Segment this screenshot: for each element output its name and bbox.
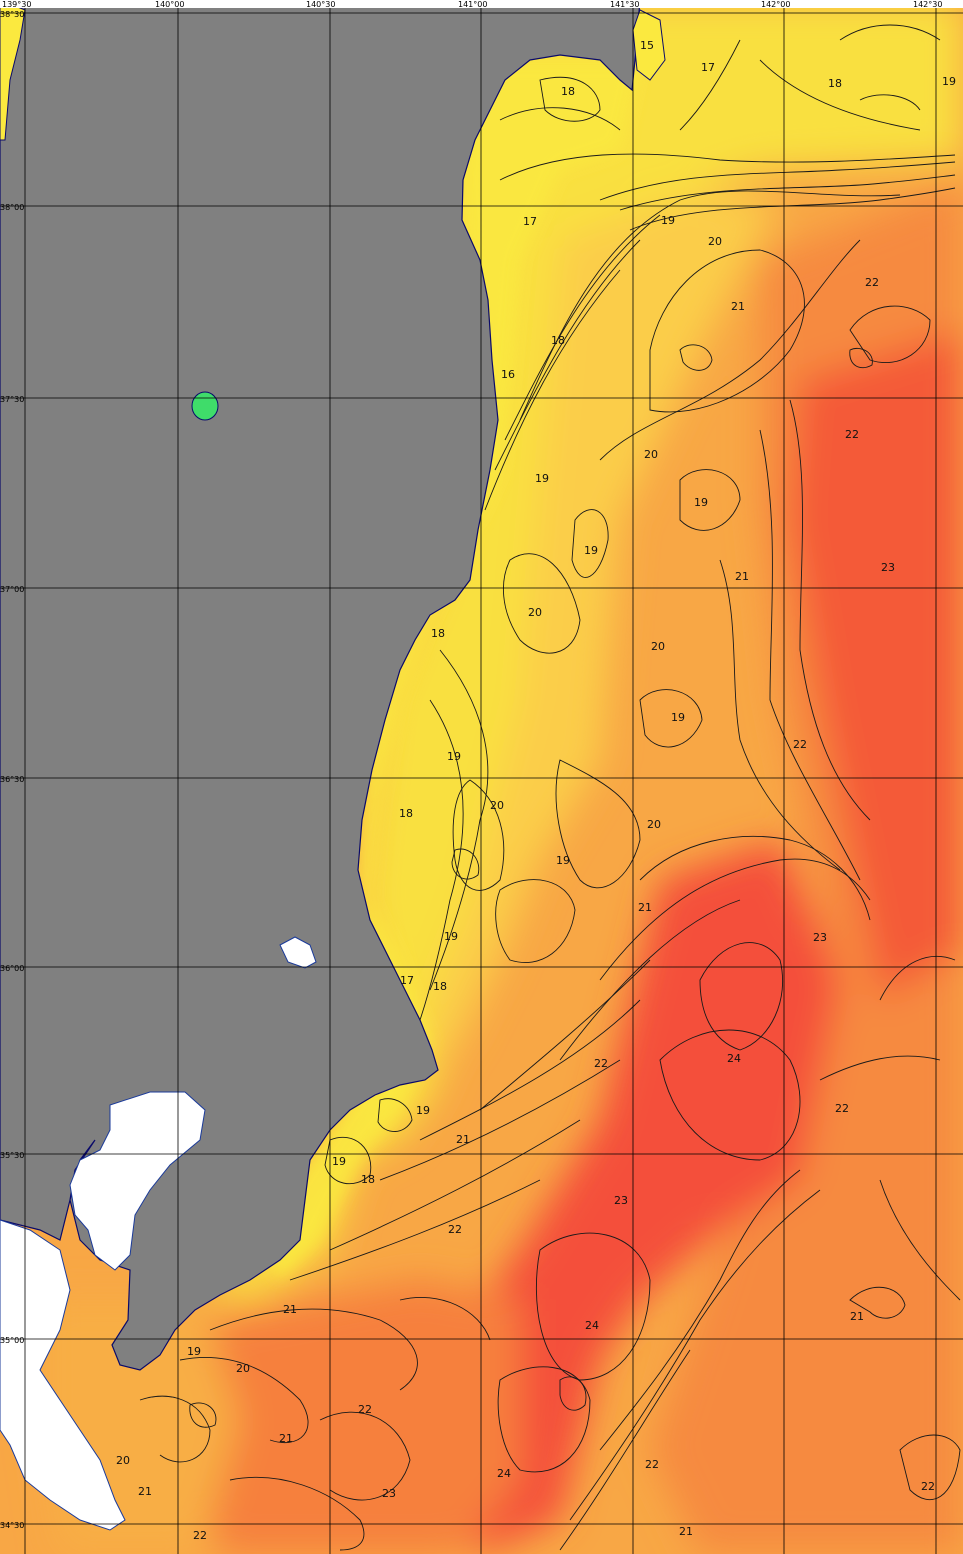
lat-label: 34°30 (0, 1521, 24, 1530)
isotherm-label: 23 (813, 931, 827, 944)
isotherm-label: 19 (444, 930, 458, 943)
lon-label: 142°30 (913, 0, 942, 9)
lat-label: 38°00 (0, 203, 24, 212)
isotherm-label: 19 (535, 472, 549, 485)
isotherm-label: 22 (865, 276, 879, 289)
lat-label: 36°30 (0, 775, 24, 784)
lat-label: 36°00 (0, 964, 24, 973)
isotherm-label: 22 (645, 1458, 659, 1471)
isotherm-label: 22 (448, 1223, 462, 1236)
longitude-tick-labels: 139°30 140°00 140°30 141°00 141°30 142°0… (0, 0, 963, 9)
isotherm-label: 20 (647, 818, 661, 831)
isotherm-label: 22 (594, 1057, 608, 1070)
isotherm-label: 21 (638, 901, 652, 914)
lat-label: 37°00 (0, 585, 24, 594)
lon-label: 142°00 (761, 0, 790, 9)
lake-inawashiro (191, 391, 219, 421)
isotherm-label: 22 (835, 1102, 849, 1115)
lat-label: 35°00 (0, 1336, 24, 1345)
isotherm-label: 22 (845, 428, 859, 441)
isotherm-label: 18 (561, 85, 575, 98)
isotherm-label-bottom: 21 (679, 1525, 693, 1538)
isotherm-label: 19 (416, 1104, 430, 1117)
isotherm-label: 20 (490, 799, 504, 812)
lat-label: 35°30 (0, 1151, 24, 1160)
isotherm-label: 19 (187, 1345, 201, 1358)
isotherm-label: 19 (671, 711, 685, 724)
isotherm-label: 16 (501, 368, 515, 381)
isotherm-label: 20 (528, 606, 542, 619)
lon-label: 141°00 (458, 0, 487, 9)
isotherm-label: 19 (447, 750, 461, 763)
isotherm-label: 19 (942, 75, 956, 88)
isotherm-label: 23 (881, 561, 895, 574)
isotherm-label: 17 (523, 215, 537, 228)
sst-map: 139°30 140°00 140°30 141°00 141°30 142°0… (0, 0, 963, 1554)
isotherm-label: 18 (551, 334, 565, 347)
isotherm-label: 22 (793, 738, 807, 751)
isotherm-label: 22 (193, 1529, 207, 1542)
isotherm-label: 19 (661, 214, 675, 227)
isotherm-label: 24 (585, 1319, 599, 1332)
isotherm-label: 20 (708, 235, 722, 248)
isotherm-label: 18 (828, 77, 842, 90)
isotherm-label: 17 (701, 61, 715, 74)
lat-label: 38°30 (0, 10, 24, 19)
isotherm-label: 21 (456, 1133, 470, 1146)
isotherm-label: 21 (735, 570, 749, 583)
isotherm-label: 18 (433, 980, 447, 993)
isotherm-label: 20 (644, 448, 658, 461)
isotherm-label: 20 (236, 1362, 250, 1375)
isotherm-label: 21 (283, 1303, 297, 1316)
isotherm-label: 24 (727, 1052, 741, 1065)
isotherm-label: 19 (556, 854, 570, 867)
isotherm-label: 21 (279, 1432, 293, 1445)
isotherm-label: 18 (399, 807, 413, 820)
lon-label: 140°00 (155, 0, 184, 9)
isotherm-label: 24 (497, 1467, 511, 1480)
isotherm-label: 15 (640, 39, 654, 52)
isotherm-label: 17 (400, 974, 414, 987)
isotherm-label: 22 (358, 1403, 372, 1416)
isotherm-label: 19 (584, 544, 598, 557)
isotherm-label: 22 (921, 1480, 935, 1493)
isotherm-label: 19 (332, 1155, 346, 1168)
isotherm-label: 20 (116, 1454, 130, 1467)
lon-label: 139°30 (2, 0, 31, 9)
lon-label: 141°30 (610, 0, 639, 9)
isotherm-label: 23 (614, 1194, 628, 1207)
isotherm-label: 21 (731, 300, 745, 313)
isotherm-label: 23 (382, 1487, 396, 1500)
isotherm-label: 19 (694, 496, 708, 509)
isotherm-label: 21 (138, 1485, 152, 1498)
isotherm-label: 21 (850, 1310, 864, 1323)
isotherm-label: 18 (431, 627, 445, 640)
lat-label: 37°30 (0, 395, 24, 404)
isotherm-label: 18 (361, 1173, 375, 1186)
isotherm-label: 20 (651, 640, 665, 653)
lon-label: 140°30 (306, 0, 335, 9)
